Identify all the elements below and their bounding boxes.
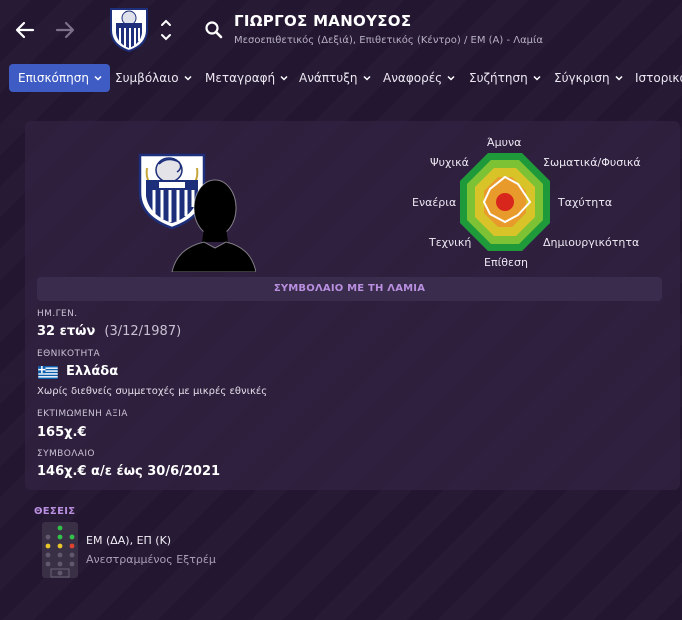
nationality-label: ΕΘΝΙΚΟΤΗΤΑ	[37, 349, 101, 359]
back-arrow-icon[interactable]	[13, 18, 37, 42]
radar-label-physical: Σωματικά/Φυσικά	[543, 156, 641, 169]
chevron-down-icon	[280, 75, 288, 81]
tab-bar: Επισκόπηση Συμβόλαιο Μεταγραφή Ανάπτυξη …	[0, 64, 682, 92]
tab-discussion[interactable]: Συζήτηση	[469, 64, 541, 92]
tab-transfer[interactable]: Μεταγραφή	[205, 64, 288, 92]
chevron-down-icon	[362, 75, 371, 81]
tab-development[interactable]: Ανάπτυξη	[299, 64, 371, 92]
club-badge-icon[interactable]	[108, 6, 150, 53]
tab-reports[interactable]: Αναφορές	[383, 64, 455, 92]
player-avatar	[170, 176, 257, 273]
tab-label: Συζήτηση	[469, 71, 528, 85]
chevron-down-icon	[533, 75, 541, 81]
tab-label: Αναφορές	[383, 71, 443, 85]
overview-panel	[25, 121, 680, 490]
search-icon[interactable]	[204, 20, 224, 40]
tab-overview[interactable]: Επισκόπηση	[9, 64, 110, 92]
dob: (3/12/1987)	[104, 324, 182, 339]
radar-label-speed: Ταχύτητα	[558, 196, 613, 209]
chevron-down-icon	[615, 75, 623, 81]
positions-main: ΕΜ (ΔΑ), ΕΠ (Κ)	[86, 534, 172, 547]
forward-arrow-icon[interactable]	[53, 18, 77, 42]
tab-contract[interactable]: Συμβόλαιο	[115, 64, 192, 92]
international-note: Χωρίς διεθνείς συμμετοχές με μικρές εθνι…	[37, 386, 268, 397]
top-bar: ΓΙΩΡΓΟΣ ΜΑΝΟΥΣΟΣ Μεσοεπιθετικός (Δεξιά),…	[0, 0, 682, 60]
player-subtitle: Μεσοεπιθετικός (Δεξιά), Επιθετικός (Κέντ…	[234, 35, 544, 46]
positions-title: ΘΕΣΕΙΣ	[34, 506, 76, 517]
player-name: ΓΙΩΡΓΟΣ ΜΑΝΟΥΣΟΣ	[234, 12, 412, 30]
chevron-down-icon	[447, 75, 455, 81]
tab-comparison[interactable]: Σύγκριση	[554, 64, 623, 92]
estimated-value: 165χ.€	[37, 425, 87, 440]
position-pitch-icon	[42, 522, 78, 578]
greece-flag-icon	[38, 366, 58, 379]
attribute-radar-chart	[460, 153, 550, 251]
value-label: ΕΚΤΙΜΩΜΕΝΗ ΑΞΙΑ	[37, 409, 128, 419]
radar-label-technique: Τεχνική	[429, 236, 472, 249]
age-value: 32 ετών (3/12/1987)	[37, 324, 181, 339]
tab-label: Συμβόλαιο	[115, 71, 179, 85]
tab-label: Επισκόπηση	[18, 71, 89, 85]
chevron-down-icon	[184, 75, 192, 81]
contract-banner[interactable]: ΣΥΜΒΟΛΑΙΟ ΜΕ ΤΗ ΛΑΜΙΑ	[37, 277, 662, 301]
contract-value: 146χ.€ α/ε έως 30/6/2021	[37, 464, 221, 479]
positions-role[interactable]: Ανεστραμμένος Εξτρέμ	[86, 553, 216, 566]
tab-label: Μεταγραφή	[205, 71, 276, 85]
chevron-down-icon	[94, 75, 102, 81]
radar-label-attacking: Επίθεση	[484, 256, 528, 269]
tab-label: Ιστορικό	[635, 71, 682, 85]
radar-center	[496, 193, 514, 211]
tab-label: Σύγκριση	[554, 71, 610, 85]
switch-player-chevrons-icon[interactable]	[159, 16, 173, 44]
radar-label-creativity: Δημιουργικότητα	[543, 236, 640, 249]
tab-history[interactable]: Ιστορικό	[635, 64, 682, 92]
nationality-value[interactable]: Ελλάδα	[66, 364, 118, 379]
age: 32 ετών	[37, 324, 96, 339]
radar-label-mental: Ψυχικά	[430, 156, 469, 169]
contract-label: ΣΥΜΒΟΛΑΙΟ	[37, 449, 95, 459]
radar-label-defending: Άμυνα	[487, 136, 522, 149]
dob-label: ΗΜ.ΓΕΝ.	[37, 309, 78, 319]
radar-label-aerial: Εναέρια	[412, 196, 457, 209]
tab-label: Ανάπτυξη	[299, 71, 358, 85]
